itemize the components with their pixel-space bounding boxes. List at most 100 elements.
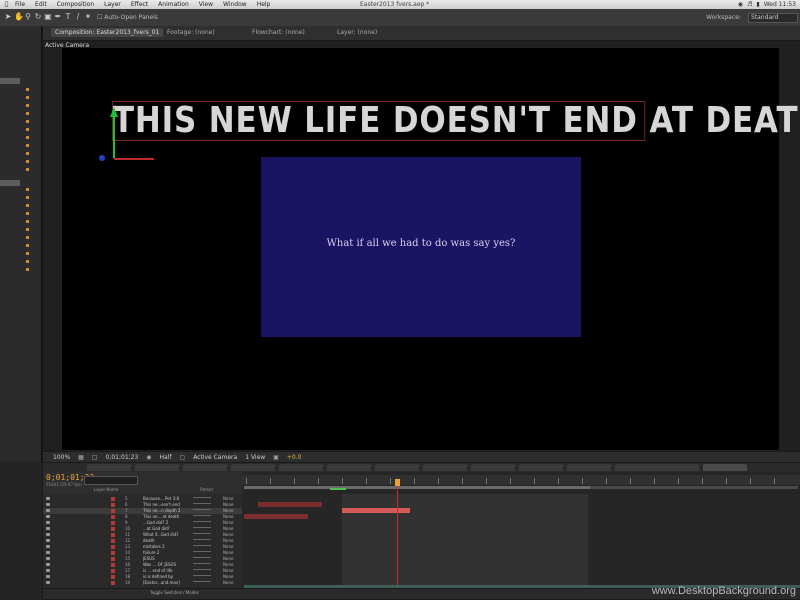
menu-help[interactable]: Help [252, 1, 276, 8]
label-color-icon[interactable] [111, 527, 115, 531]
y-axis-gizmo[interactable] [113, 113, 115, 158]
grid-icon[interactable]: ▦ [78, 454, 84, 461]
layer-switches[interactable] [193, 533, 211, 537]
label-color-icon[interactable] [111, 581, 115, 585]
eye-icon[interactable] [46, 521, 50, 524]
project-item[interactable] [0, 160, 40, 165]
eye-icon[interactable] [46, 527, 50, 530]
project-item[interactable] [0, 188, 40, 193]
timeline-tab[interactable] [279, 464, 323, 471]
project-item[interactable] [0, 152, 40, 157]
layer-switches[interactable] [193, 575, 211, 579]
eye-icon[interactable] [46, 545, 50, 548]
pen-tool-icon[interactable]: ✒ [54, 12, 62, 22]
selection-tool-icon[interactable]: ➤ [4, 12, 12, 22]
parent-select[interactable]: None [223, 580, 233, 586]
current-time-indicator[interactable] [395, 479, 400, 486]
project-item[interactable] [0, 136, 40, 141]
layer-switches[interactable] [193, 509, 211, 513]
project-item[interactable] [0, 196, 40, 201]
camera-tool-icon[interactable]: ▣ [44, 12, 52, 22]
timeline-tab[interactable] [231, 464, 275, 471]
layer-name[interactable]: [Easter...and.mov] [143, 580, 187, 586]
project-item[interactable] [0, 236, 40, 241]
label-color-icon[interactable] [111, 569, 115, 573]
z-axis-gizmo[interactable] [99, 155, 105, 161]
current-time-line[interactable] [397, 486, 398, 586]
eye-icon[interactable] [46, 575, 50, 578]
layer-switches[interactable] [193, 497, 211, 501]
layer-switches[interactable] [193, 515, 211, 519]
project-item-selected[interactable] [0, 180, 20, 186]
current-time-display[interactable]: 0;01;01;23 [106, 454, 139, 461]
layer-switches[interactable] [193, 551, 211, 555]
timeline-tab-active[interactable] [703, 464, 747, 471]
label-color-icon[interactable] [111, 551, 115, 555]
timeline-tab[interactable] [327, 464, 371, 471]
col-layer-name[interactable]: Layer Name [94, 487, 118, 493]
label-color-icon[interactable] [111, 515, 115, 519]
x-axis-gizmo[interactable] [114, 158, 154, 160]
hand-tool-icon[interactable]: ✋ [14, 12, 24, 22]
label-color-icon[interactable] [111, 521, 115, 525]
tab-layer[interactable]: Layer: (none) [333, 28, 381, 37]
layer-switches[interactable] [193, 545, 211, 549]
volume-icon[interactable]: ♬ [747, 1, 752, 8]
zoom-tool-icon[interactable]: ⚲ [24, 12, 32, 22]
menu-animation[interactable]: Animation [153, 1, 194, 8]
toggle-switches-modes[interactable]: Toggle Switches / Modes [150, 590, 199, 595]
subtitle-text[interactable]: What if all we had to do was say yes? [261, 238, 581, 249]
timeline-tab[interactable] [567, 464, 611, 471]
snapshot-icon[interactable]: ◉ [146, 454, 151, 461]
rotate-tool-icon[interactable]: ↻ [34, 12, 42, 22]
wifi-icon[interactable]: ◉ [738, 1, 743, 8]
eye-icon[interactable] [46, 503, 50, 506]
layer-switches[interactable] [193, 539, 211, 543]
label-color-icon[interactable] [111, 575, 115, 579]
tab-footage[interactable]: Footage: (none) [163, 28, 219, 37]
eye-icon[interactable] [46, 557, 50, 560]
project-item[interactable] [0, 120, 40, 125]
eye-icon[interactable] [46, 563, 50, 566]
timeline-tab[interactable] [375, 464, 419, 471]
layer-switches[interactable] [193, 581, 211, 585]
project-item[interactable] [0, 104, 40, 109]
mask-icon[interactable]: □ [92, 454, 98, 461]
label-color-icon[interactable] [111, 563, 115, 567]
type-tool-icon[interactable]: T [64, 12, 72, 22]
layer-row[interactable]: 19 [Easter...and.mov] None [43, 580, 242, 586]
brush-tool-icon[interactable]: / [74, 12, 82, 22]
project-item[interactable] [0, 220, 40, 225]
project-item-highlight[interactable] [0, 78, 20, 84]
label-color-icon[interactable] [111, 539, 115, 543]
menu-window[interactable]: Window [218, 1, 252, 8]
label-color-icon[interactable] [111, 545, 115, 549]
tab-composition[interactable]: Composition: Easter2013_fvers_01 [51, 28, 164, 37]
battery-icon[interactable]: ▮ [756, 1, 759, 8]
menu-edit[interactable]: Edit [30, 1, 52, 8]
work-area-bar-end[interactable] [590, 486, 798, 489]
eye-icon[interactable] [46, 539, 50, 542]
label-color-icon[interactable] [111, 503, 115, 507]
layer-bar[interactable] [244, 514, 308, 519]
layer-bar[interactable] [258, 502, 322, 507]
time-ruler[interactable] [242, 475, 800, 485]
tab-flowchart[interactable]: Flowchart: (none) [248, 28, 309, 37]
eye-icon[interactable] [46, 569, 50, 572]
region-of-interest-icon[interactable]: ▢ [180, 454, 186, 461]
col-parent[interactable]: Parent [200, 487, 213, 493]
eye-icon[interactable] [46, 551, 50, 554]
menu-composition[interactable]: Composition [52, 1, 99, 8]
timeline-tab[interactable] [87, 464, 131, 471]
clock[interactable]: Wed 11:53 [764, 1, 796, 8]
layer-switches[interactable] [193, 569, 211, 573]
puppet-tool-icon[interactable]: ✶ [84, 12, 92, 22]
apple-icon[interactable]:  [3, 1, 10, 8]
timeline-tab[interactable] [423, 464, 467, 471]
project-item[interactable] [0, 244, 40, 249]
y-axis-arrow-icon[interactable] [110, 107, 118, 117]
timeline-tab[interactable] [615, 464, 659, 471]
label-color-icon[interactable] [111, 533, 115, 537]
layer-bar-selected[interactable] [342, 508, 410, 513]
menu-layer[interactable]: Layer [99, 1, 126, 8]
